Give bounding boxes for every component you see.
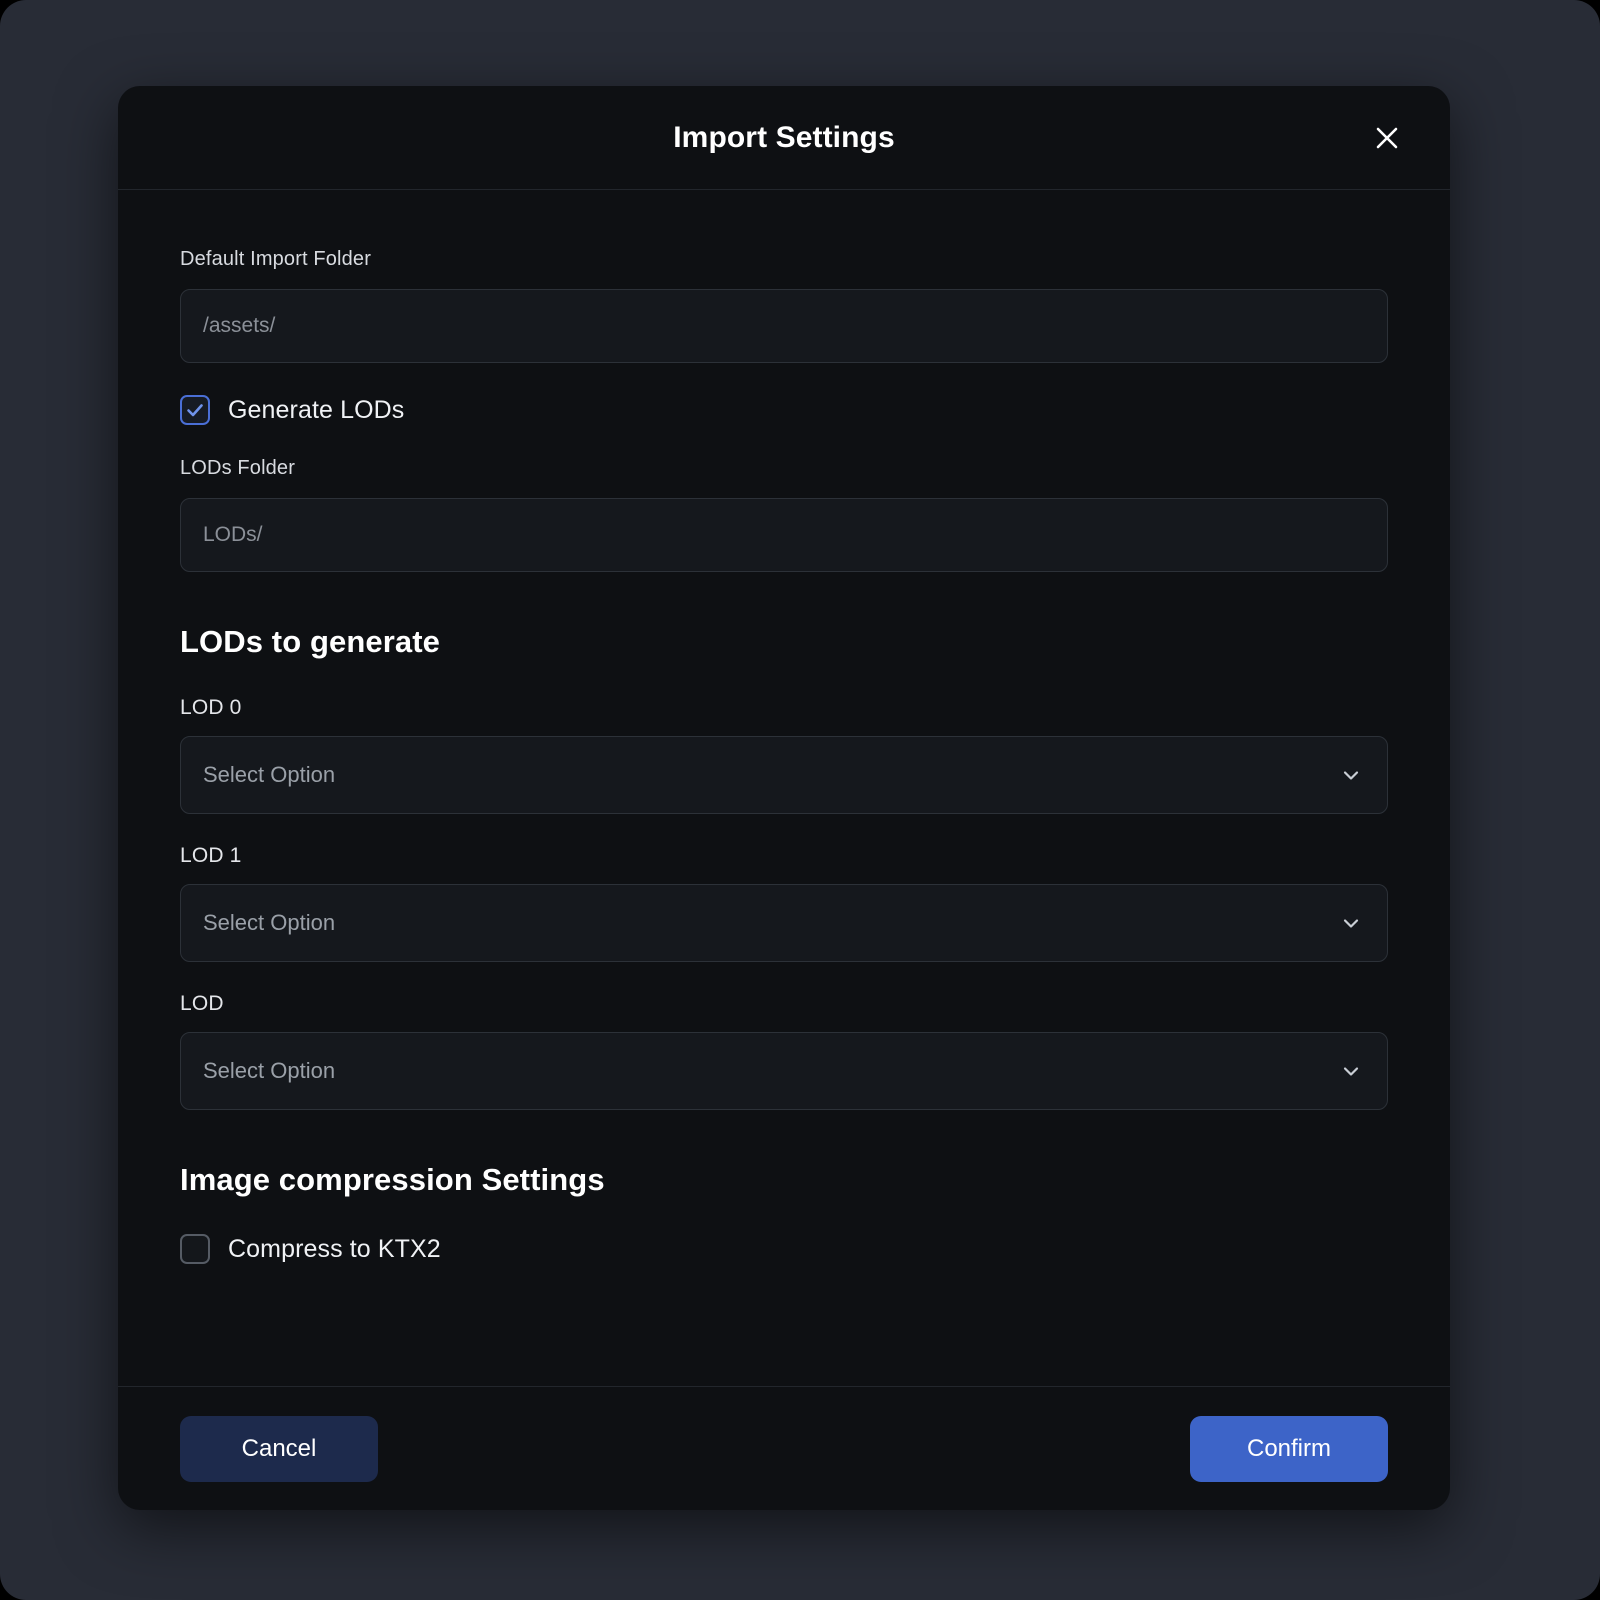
- page-title: Import Settings: [673, 120, 895, 154]
- generate-lods-checkbox-row[interactable]: Generate LODs: [180, 395, 404, 425]
- image-compression-settings-heading: Image compression Settings: [180, 1162, 605, 1197]
- chevron-down-icon: [1339, 911, 1363, 935]
- lod-2-select-value: Select Option: [203, 1058, 336, 1083]
- lod-0-select-value: Select Option: [203, 762, 336, 787]
- default-import-folder-label: Default Import Folder: [180, 248, 372, 270]
- checkmark-icon: [185, 400, 205, 420]
- lods-folder-group: LODs Folder: [180, 457, 1388, 572]
- modal-footer: Cancel Confirm: [118, 1386, 1450, 1510]
- lod-0-select[interactable]: Select Option: [180, 736, 1388, 814]
- compress-ktx2-label: Compress to KTX2: [228, 1234, 441, 1263]
- default-import-folder-group: Default Import Folder: [180, 248, 1388, 363]
- confirm-button[interactable]: Confirm: [1190, 1415, 1388, 1482]
- lod-1-select[interactable]: Select Option: [180, 884, 1388, 962]
- compress-ktx2-checkbox[interactable]: [180, 1234, 210, 1264]
- chevron-down-icon: [1339, 1059, 1363, 1083]
- lod-0-group: LOD 0 Select Option: [180, 696, 1388, 814]
- compress-ktx2-checkbox-row[interactable]: Compress to KTX2: [180, 1234, 441, 1264]
- import-settings-modal: Import Settings Default Import Folder /a…: [118, 86, 1450, 1510]
- close-button[interactable]: [1370, 121, 1404, 155]
- page-root: Import Settings Default Import Folder /a…: [0, 0, 1600, 1600]
- lod-1-label: LOD 1: [180, 844, 242, 867]
- modal-body: Default Import Folder Generate LODs LODs…: [118, 190, 1450, 1386]
- chevron-down-icon: [1339, 763, 1363, 787]
- lods-to-generate-heading: LODs to generate: [180, 624, 440, 659]
- generate-lods-label: Generate LODs: [228, 395, 405, 424]
- close-icon: [1374, 125, 1400, 151]
- lod-2-group: LOD Select Option: [180, 992, 1388, 1110]
- generate-lods-checkbox[interactable]: [180, 395, 210, 425]
- lod-2-select[interactable]: Select Option: [180, 1032, 1388, 1110]
- lod-1-select-value: Select Option: [203, 910, 336, 935]
- lods-folder-input[interactable]: [180, 498, 1388, 572]
- lods-folder-label: LODs Folder: [180, 457, 296, 479]
- lod-2-label: LOD: [180, 992, 224, 1015]
- lod-1-group: LOD 1 Select Option: [180, 844, 1388, 962]
- lod-0-label: LOD 0: [180, 696, 242, 719]
- cancel-button[interactable]: Cancel: [180, 1415, 378, 1482]
- default-import-folder-input[interactable]: [180, 289, 1388, 363]
- modal-header: Import Settings: [118, 86, 1450, 190]
